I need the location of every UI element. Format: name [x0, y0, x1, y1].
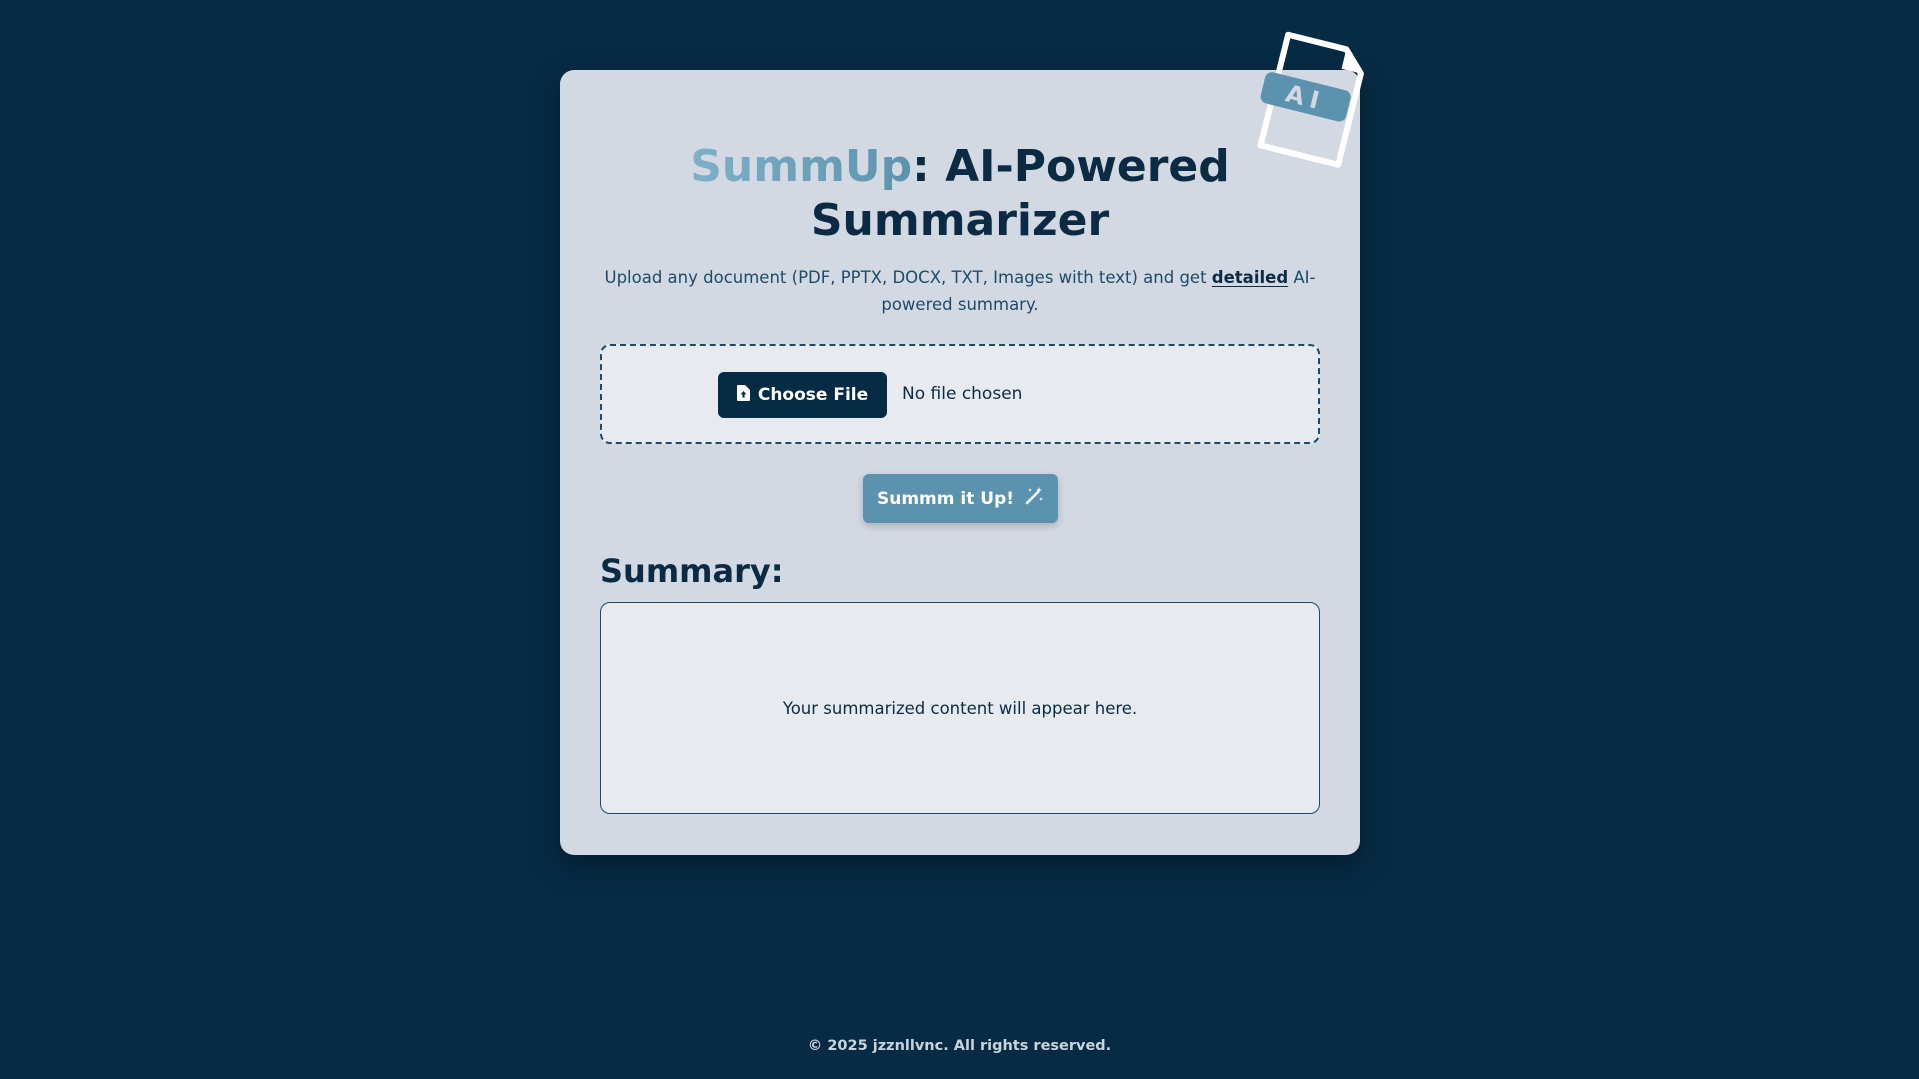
file-upload-icon	[736, 384, 750, 406]
summarize-button[interactable]: Summm it Up!	[863, 474, 1058, 523]
page-subtitle: Upload any document (PDF, PPTX, DOCX, TX…	[600, 264, 1320, 318]
ai-document-icon: AI	[1245, 30, 1375, 170]
brand-name: SummUp	[690, 141, 913, 192]
page-title: SummUp: AI-Powered Summarizer	[560, 140, 1360, 248]
choose-file-label: Choose File	[757, 385, 869, 405]
subtitle-emphasis: detailed	[1211, 268, 1289, 287]
magic-wand-icon	[1024, 486, 1044, 511]
page: SummUp: AI-Powered Summarizer Upload any…	[0, 0, 1919, 1079]
choose-file-button[interactable]: Choose File	[718, 372, 887, 418]
subtitle-text-before: Upload any document (PDF, PPTX, DOCX, TX…	[604, 268, 1212, 287]
file-status: No file chosen	[902, 384, 1023, 404]
summary-output: Your summarized content will appear here…	[600, 602, 1320, 814]
summarize-label: Summm it Up!	[876, 488, 1014, 509]
footer-copyright: © 2025 jzznllvnc. All rights reserved.	[807, 1038, 1112, 1054]
file-dropzone[interactable]: Choose File No file chosen	[600, 344, 1320, 444]
summary-placeholder: Your summarized content will appear here…	[782, 698, 1138, 718]
main-card: SummUp: AI-Powered Summarizer Upload any…	[560, 70, 1360, 855]
summary-heading: Summary:	[600, 552, 784, 590]
